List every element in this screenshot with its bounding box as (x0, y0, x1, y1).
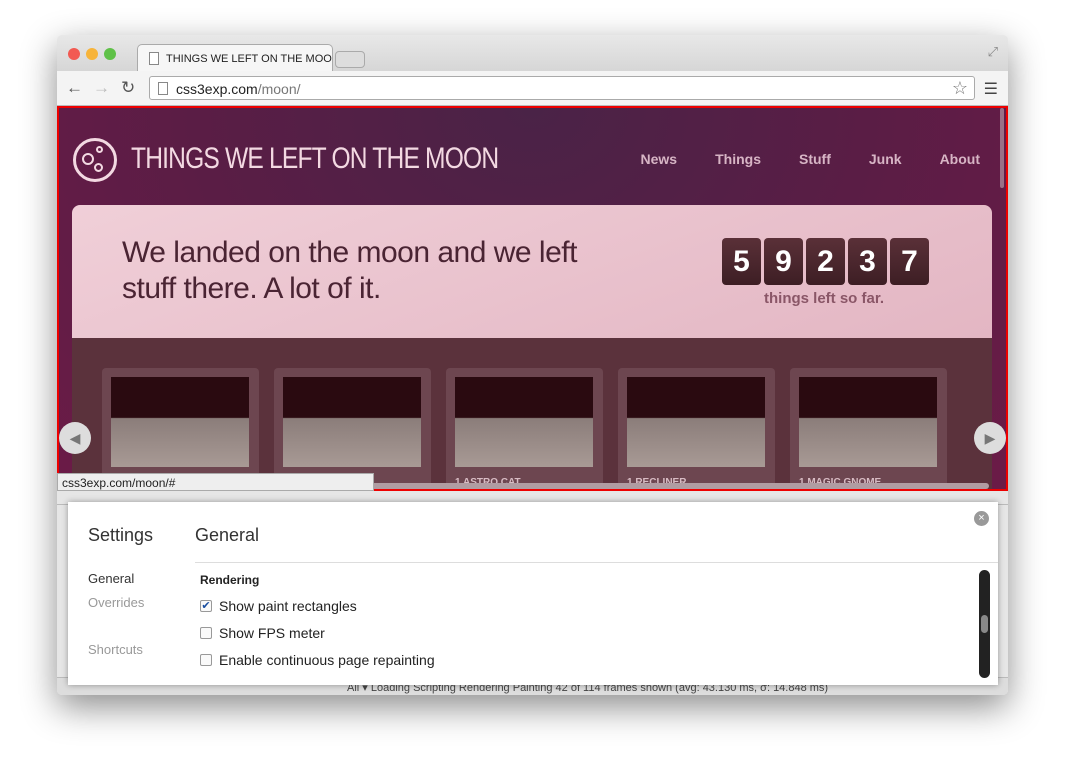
item-image (627, 377, 765, 467)
option-label: Show FPS meter (219, 625, 325, 641)
option-show-fps-meter[interactable]: Show FPS meter (200, 625, 325, 641)
item-image (455, 377, 593, 467)
counter-digit: 7 (890, 238, 929, 285)
item-lawnmower[interactable] (274, 368, 431, 488)
page-scrollbar[interactable] (1000, 108, 1004, 188)
bookmark-star-icon[interactable]: ☆ (952, 78, 968, 99)
web-page: THINGS WE LEFT ON THE MOON News Things S… (57, 106, 1008, 491)
checkbox-checked[interactable]: ✔ (200, 600, 212, 612)
settings-tab-shortcuts[interactable]: Shortcuts (88, 642, 143, 657)
new-tab-button[interactable] (335, 51, 365, 68)
item-astro-cat[interactable]: 1 ASTRO CAT (446, 368, 603, 488)
item-donut[interactable] (102, 368, 259, 488)
menu-icon[interactable]: ☰ (984, 79, 998, 99)
moon-logo-icon (73, 138, 117, 182)
tab-active[interactable]: THINGS WE LEFT ON THE MOON (137, 44, 333, 71)
settings-title: Settings (88, 525, 154, 545)
nav-news[interactable]: News (641, 151, 678, 167)
nav-stuff[interactable]: Stuff (799, 151, 831, 167)
url-host: css3exp.com (176, 81, 258, 97)
item-magic-gnome[interactable]: 1 MAGIC GNOME (790, 368, 947, 488)
item-image (111, 377, 249, 467)
nav-things[interactable]: Things (715, 151, 761, 167)
minimize-window-button[interactable] (86, 48, 98, 60)
tab-title: THINGS WE LEFT ON THE MOON (166, 53, 333, 65)
item-image (799, 377, 937, 467)
counter-digit: 9 (764, 238, 803, 285)
settings-dialog: × Settings General General Overrides Sho… (68, 502, 998, 685)
close-window-button[interactable] (68, 48, 80, 60)
url-path: /moon/ (257, 81, 301, 97)
browser-window: THINGS WE LEFT ON THE MOON ⤢ ← → ↻ css3e… (57, 35, 1008, 695)
counter-label: things left so far. (764, 290, 885, 307)
nav-about[interactable]: About (940, 151, 980, 167)
forward-button[interactable]: → (93, 78, 110, 98)
carousel-scrollbar[interactable] (359, 483, 989, 489)
settings-scrollbar[interactable] (979, 570, 990, 678)
carousel-next-button[interactable]: ▶ (974, 422, 1006, 454)
toolbar: ← → ↻ css3exp.com/moon/ ☆ ☰ (57, 71, 1008, 106)
fullscreen-icon[interactable]: ⤢ (988, 44, 998, 60)
items-carousel: 1 ASTRO CAT 1 RECLINER 1 MAGIC GNOME (72, 338, 992, 489)
reload-button[interactable]: ↻ (121, 78, 135, 98)
settings-heading: General (195, 525, 260, 545)
status-bubble: css3exp.com/moon/# (57, 473, 374, 491)
devtools-panel: All ▾ Loading Scripting Rendering Painti… (57, 491, 1008, 695)
tab-bar: THINGS WE LEFT ON THE MOON ⤢ (57, 35, 1008, 71)
headline: We landed on the moon and we left stuff … (122, 236, 577, 305)
page-icon (158, 82, 168, 95)
checkbox[interactable] (200, 654, 212, 666)
carousel-prev-button[interactable]: ◀ (59, 422, 91, 454)
counter-digit: 3 (848, 238, 887, 285)
site-nav: News Things Stuff Junk About (641, 151, 980, 167)
option-label: Show paint rectangles (219, 598, 357, 614)
item-recliner[interactable]: 1 RECLINER (618, 368, 775, 488)
hero: We landed on the moon and we left stuff … (72, 205, 992, 338)
address-bar[interactable]: css3exp.com/moon/ ☆ (149, 76, 975, 100)
nav-junk[interactable]: Junk (869, 151, 902, 167)
settings-tab-overrides[interactable]: Overrides (88, 595, 144, 610)
counter-digit: 2 (806, 238, 845, 285)
document-icon (149, 52, 159, 65)
settings-tab-general[interactable]: General (88, 571, 134, 586)
window-controls (68, 48, 116, 60)
item-image (283, 377, 421, 467)
checkbox[interactable] (200, 627, 212, 639)
site-title: THINGS WE LEFT ON THE MOON (131, 142, 499, 175)
counter: 5 9 2 3 7 (722, 238, 929, 285)
option-continuous-repainting[interactable]: Enable continuous page repainting (200, 652, 435, 668)
option-show-paint-rectangles[interactable]: ✔ Show paint rectangles (200, 598, 357, 614)
option-label: Enable continuous page repainting (219, 652, 435, 668)
close-icon[interactable]: × (974, 511, 989, 526)
divider (195, 562, 998, 563)
section-rendering: Rendering (200, 573, 260, 587)
counter-digit: 5 (722, 238, 761, 285)
zoom-window-button[interactable] (104, 48, 116, 60)
back-button[interactable]: ← (66, 78, 83, 98)
